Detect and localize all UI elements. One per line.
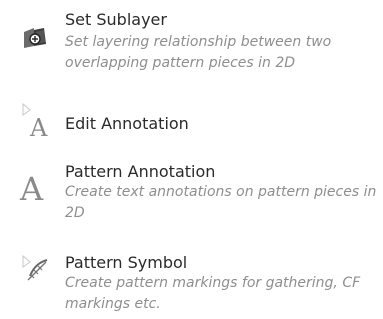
menu-item-title: Set Sublayer [65,10,167,29]
edit-annotation-icon: A [20,102,52,142]
menu-item-title: Pattern Symbol [65,253,188,272]
menu-item-edit-annotation[interactable]: A Edit Annotation [0,98,383,148]
menu-item-set-sublayer[interactable]: Set Sublayer Set layering relationship b… [0,0,383,88]
svg-text:A: A [19,170,44,204]
menu-item-pattern-annotation[interactable]: A Pattern Annotation Create text annotat… [0,158,383,238]
menu-item-description: Set layering relationship between two ov… [65,34,332,71]
pattern-symbol-icon [20,254,52,284]
menu-item-description: Create pattern markings for gathering, C… [65,275,361,312]
menu-item-title: Edit Annotation [65,114,189,133]
tool-menu: { "items": [ {"title":"Set Sublayer","de… [0,0,383,319]
menu-item-description: Create text annotations on pattern piece… [65,184,377,221]
menu-item-title: Pattern Annotation [65,162,216,181]
sublayer-icon [20,24,50,54]
menu-item-pattern-symbol[interactable]: Pattern Symbol Create pattern markings f… [0,248,383,319]
pattern-annotation-icon: A [18,166,52,208]
svg-text:A: A [29,114,48,138]
